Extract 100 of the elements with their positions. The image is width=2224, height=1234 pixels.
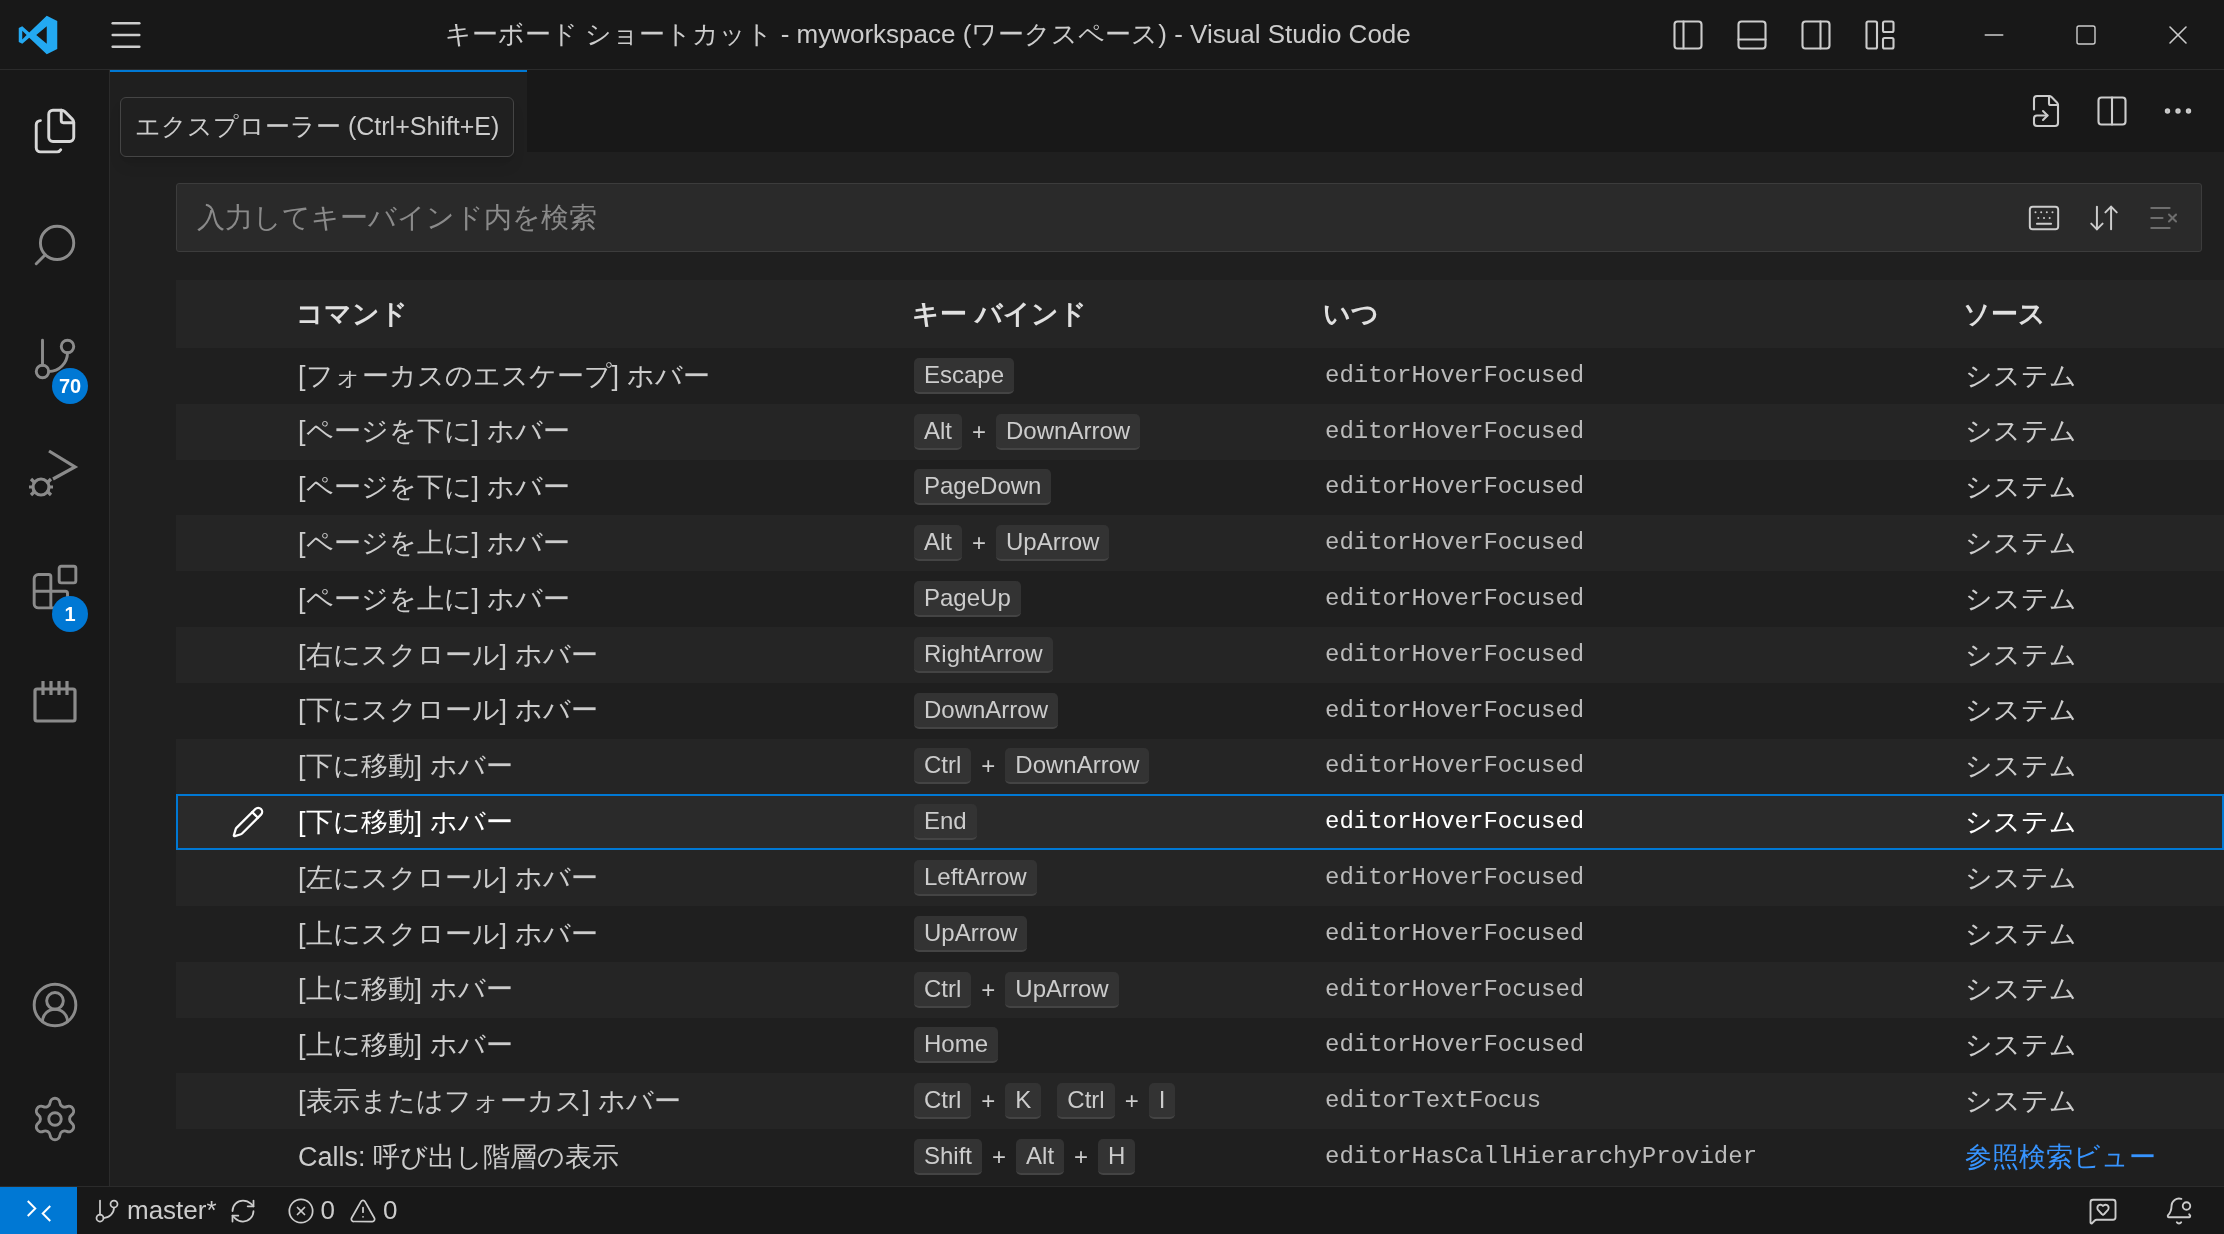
- source-cell-text: システム: [1965, 861, 2078, 895]
- split-editor-icon[interactable]: [2094, 93, 2130, 129]
- plus-sign: +: [981, 751, 996, 782]
- key-cap: Home: [914, 1027, 999, 1064]
- when-cell-text: editorHoverFocused: [1325, 974, 1586, 1005]
- notifications-icon[interactable]: [2164, 1195, 2194, 1226]
- key-cap: Ctrl: [914, 1083, 972, 1120]
- maximize-icon[interactable]: [2074, 22, 2098, 47]
- command-cell-text: [表示またはフォーカス] ホバー: [298, 1085, 682, 1118]
- command-cell-text: [ページを下に] ホバー: [298, 471, 571, 505]
- when-cell-text: editorHasCallHierarchyProvider: [1325, 1142, 1759, 1173]
- command-cell-text: Calls: 呼び出し階層の表示: [298, 1140, 620, 1174]
- command-cell-text: [下に移動] ホバー: [298, 750, 514, 784]
- table-row[interactable]: [下に移動] ホバー End editorHoverFocused システム: [176, 794, 2224, 851]
- source-cell-text: システム: [1965, 359, 2078, 393]
- key-cap: I: [1148, 1083, 1176, 1120]
- key-cap: Alt: [1016, 1139, 1065, 1176]
- command-cell-text: [右にスクロール] ホバー: [298, 638, 599, 672]
- key-cap: K: [1005, 1083, 1042, 1120]
- source-cell-text: システム: [1965, 638, 2078, 672]
- command-cell-text: [下にスクロール] ホバー: [298, 694, 599, 728]
- count-badge: 70: [52, 368, 88, 404]
- when-cell-text: editorHoverFocused: [1325, 918, 1586, 949]
- source-cell-text: システム: [1965, 806, 2078, 839]
- source-cell-text: システム: [1965, 973, 2078, 1007]
- plus-sign: +: [1124, 1086, 1139, 1117]
- table-row[interactable]: [ページを下に] ホバー Alt + DownArrow editorHoverFocused システム: [176, 403, 2224, 460]
- when-cell-text: editorHoverFocused: [1325, 751, 1586, 782]
- when-cell-text: editorHoverFocused: [1325, 639, 1586, 670]
- command-cell-text: [上にスクロール] ホバー: [298, 917, 599, 951]
- window-title: キーボード ショートカット - myworkspace (ワークスペース) - Visual Studio Code: [445, 18, 1411, 51]
- key-cap: PageDown: [914, 469, 1052, 506]
- plus-sign: +: [981, 974, 996, 1005]
- table-row[interactable]: [下に移動] ホバー Ctrl + DownArrow editorHoverFocused システム: [176, 738, 2224, 795]
- source-cell-text: システム: [1965, 694, 2078, 728]
- key-cap: H: [1098, 1139, 1136, 1176]
- plus-sign: +: [992, 1142, 1007, 1173]
- search-input[interactable]: 入力してキーバインド内を検索: [197, 196, 2027, 239]
- command-cell-text: [左にスクロール] ホバー: [298, 861, 599, 895]
- plus-sign: +: [972, 528, 987, 559]
- column-header[interactable]: ソース: [1963, 293, 2224, 335]
- command-cell-text: [ページを上に] ホバー: [298, 527, 571, 561]
- table-row[interactable]: [上に移動] ホバー Ctrl + UpArrow editorHoverFocused システム: [176, 961, 2224, 1018]
- column-header[interactable]: キー バインド: [912, 293, 1323, 335]
- when-cell-text: editorHoverFocused: [1325, 807, 1586, 838]
- command-cell-text: [下に移動] ホバー: [298, 806, 514, 839]
- when-cell-text: editorHoverFocused: [1325, 416, 1586, 447]
- warning-count[interactable]: 0: [383, 1191, 398, 1230]
- source-cell-text: システム: [1965, 1085, 2078, 1118]
- column-header[interactable]: いつ: [1323, 293, 1963, 335]
- source-cell-text: システム: [1965, 750, 2078, 784]
- app-logo-icon: [17, 13, 59, 56]
- command-cell-text: [ページを上に] ホバー: [298, 582, 571, 616]
- branch-name[interactable]: master*: [127, 1191, 217, 1230]
- source-cell-text: システム: [1965, 917, 2078, 951]
- command-cell-text: [ページを下に] ホバー: [298, 415, 571, 449]
- when-cell-text: editorHoverFocused: [1325, 695, 1586, 726]
- when-cell-text: editorHoverFocused: [1325, 584, 1586, 615]
- error-icon[interactable]: [286, 1196, 315, 1225]
- column-header[interactable]: コマンド: [296, 293, 912, 335]
- key-cap: Shift: [914, 1139, 983, 1176]
- when-cell-text: editorHoverFocused: [1325, 472, 1586, 503]
- source-cell-text: システム: [1965, 582, 2078, 616]
- key-cap: DownArrow: [914, 692, 1059, 729]
- search-field[interactable]: 入力してキーバインド内を検索: [176, 183, 2202, 252]
- when-cell-text: editorTextFocus: [1325, 1086, 1543, 1117]
- source-cell-text: システム: [1965, 1029, 2078, 1063]
- when-cell-text: editorHoverFocused: [1325, 360, 1586, 391]
- account-icon[interactable]: [30, 980, 80, 1030]
- key-cap: End: [914, 804, 977, 841]
- table-row[interactable]: [表示またはフォーカス] ホバー Ctrl + K Ctrl + I editorTextFocus システム: [176, 1073, 2224, 1130]
- when-cell-text: editorHoverFocused: [1325, 528, 1586, 559]
- remote-button[interactable]: [0, 1187, 77, 1234]
- key-cap: DownArrow: [996, 413, 1141, 450]
- table-row[interactable]: [左にスクロール] ホバー LeftArrow editorHoverFocused システム: [176, 850, 2224, 906]
- key-cap: DownArrow: [1005, 748, 1150, 785]
- when-cell-text: editorHoverFocused: [1325, 1030, 1586, 1061]
- key-cap: Escape: [914, 357, 1015, 394]
- key-cap: UpArrow: [914, 915, 1028, 952]
- when-cell-text: editorHoverFocused: [1325, 863, 1586, 894]
- table-row[interactable]: [右にスクロール] ホバー RightArrow editorHoverFocused システム: [176, 627, 2224, 683]
- key-cap: Ctrl: [914, 748, 972, 785]
- source-cell-text: システム: [1965, 527, 2078, 561]
- plus-sign: +: [972, 416, 987, 447]
- key-cap: Alt: [914, 413, 962, 450]
- plus-sign: +: [981, 1086, 996, 1117]
- table-row[interactable]: [ページを上に] ホバー Alt + UpArrow editorHoverFocused システム: [176, 515, 2224, 572]
- key-cap: UpArrow: [1005, 971, 1119, 1008]
- key-cap: PageUp: [914, 581, 1021, 618]
- edit-icon[interactable]: [231, 805, 265, 840]
- key-cap: UpArrow: [996, 525, 1110, 562]
- command-cell-text: [上に移動] ホバー: [298, 973, 514, 1007]
- source-link[interactable]: 参照検索ビュー: [1965, 1136, 2222, 1178]
- tooltip-text: エクスプローラー (Ctrl+Shift+E): [135, 111, 500, 143]
- plus-sign: +: [1074, 1142, 1089, 1173]
- key-cap: Ctrl: [1057, 1083, 1115, 1120]
- error-count[interactable]: 0: [320, 1191, 336, 1230]
- source-cell-text: システム: [1965, 471, 2078, 505]
- count-badge: 1: [52, 596, 88, 632]
- key-cap: RightArrow: [914, 636, 1053, 673]
